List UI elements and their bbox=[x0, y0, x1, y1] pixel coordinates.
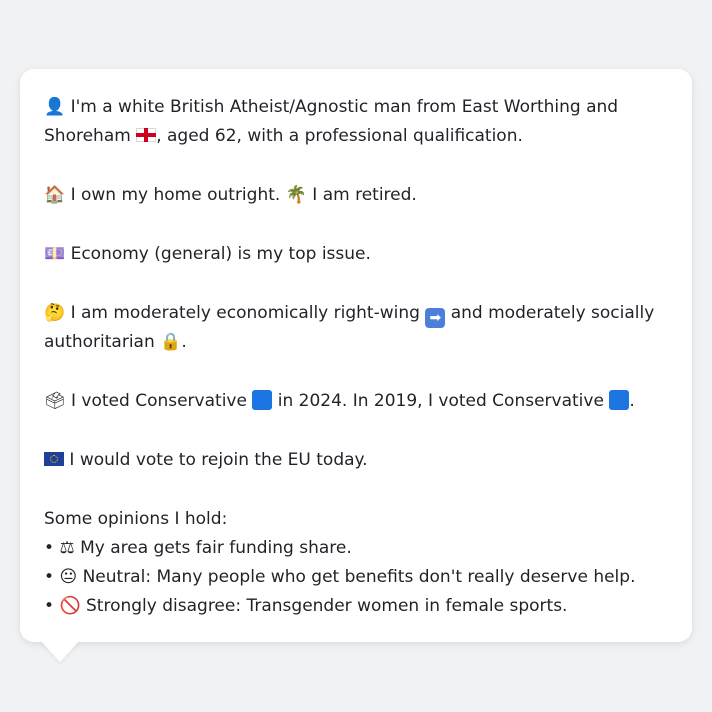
right-arrow-icon: ➡ bbox=[425, 308, 446, 328]
opinion-text: Strongly disagree: Transgender women in … bbox=[86, 596, 568, 616]
opinions-heading: Some opinions I hold: bbox=[44, 509, 228, 529]
person-silhouette-icon: 👤 bbox=[44, 97, 66, 117]
house-icon: 🏠 bbox=[44, 185, 66, 205]
opinion-item: • 😐 Neutral: Many people who get benefit… bbox=[44, 563, 668, 592]
banknote-icon: 💷 bbox=[44, 244, 66, 264]
issue-text: Economy (general) is my top issue. bbox=[70, 244, 371, 264]
opinion-text: My area gets fair funding share. bbox=[80, 538, 352, 558]
england-flag-icon bbox=[136, 128, 157, 142]
housing-text-b: I am retired. bbox=[312, 185, 417, 205]
thinking-face-icon: 🤔 bbox=[44, 303, 66, 323]
conservative-square-icon bbox=[252, 390, 273, 410]
conservative-square-icon bbox=[609, 390, 630, 410]
bullet-point: • bbox=[44, 567, 55, 587]
identity-paragraph: 👤 I'm a white British Atheist/Agnostic m… bbox=[44, 93, 668, 151]
opinions-section: Some opinions I hold: • ⚖ My area gets f… bbox=[44, 505, 668, 621]
bullet-point: • bbox=[44, 538, 55, 558]
ballot-box-icon: 🗳 bbox=[44, 391, 66, 411]
ideology-text-c: . bbox=[181, 332, 187, 352]
eu-paragraph: I would vote to rejoin the EU today. bbox=[44, 446, 668, 475]
votes-text-a: I voted Conservative bbox=[71, 391, 247, 411]
issue-paragraph: 💷 Economy (general) is my top issue. bbox=[44, 240, 668, 269]
balance-scale-icon: ⚖ bbox=[59, 538, 75, 558]
ideology-paragraph: 🤔 I am moderately economically right-win… bbox=[44, 299, 668, 357]
opinion-item: • ⚖ My area gets fair funding share. bbox=[44, 534, 668, 563]
lock-icon: 🔒 bbox=[160, 332, 182, 352]
bullet-point: • bbox=[44, 596, 55, 616]
prohibited-icon: 🚫 bbox=[59, 596, 81, 616]
opinion-text: Neutral: Many people who get benefits do… bbox=[82, 567, 636, 587]
identity-text-b: , aged 62, with a professional qualifica… bbox=[156, 126, 523, 146]
votes-text-b: in 2024. In 2019, I voted Conservative bbox=[277, 391, 604, 411]
bubble-tail bbox=[40, 640, 80, 662]
eu-flag-icon bbox=[44, 452, 64, 466]
eu-text: I would vote to rejoin the EU today. bbox=[69, 450, 368, 470]
housing-paragraph: 🏠 I own my home outright. 🌴 I am retired… bbox=[44, 181, 668, 210]
votes-paragraph: 🗳 I voted Conservative in 2024. In 2019,… bbox=[44, 387, 668, 416]
ideology-text-a: I am moderately economically right-wing bbox=[70, 303, 420, 323]
housing-text-a: I own my home outright. bbox=[70, 185, 281, 205]
persona-message-bubble: 👤 I'm a white British Atheist/Agnostic m… bbox=[20, 69, 692, 642]
neutral-face-icon: 😐 bbox=[59, 567, 78, 587]
opinion-item: • 🚫 Strongly disagree: Transgender women… bbox=[44, 592, 668, 621]
votes-text-c: . bbox=[629, 391, 635, 411]
palm-tree-icon: 🌴 bbox=[285, 185, 307, 205]
